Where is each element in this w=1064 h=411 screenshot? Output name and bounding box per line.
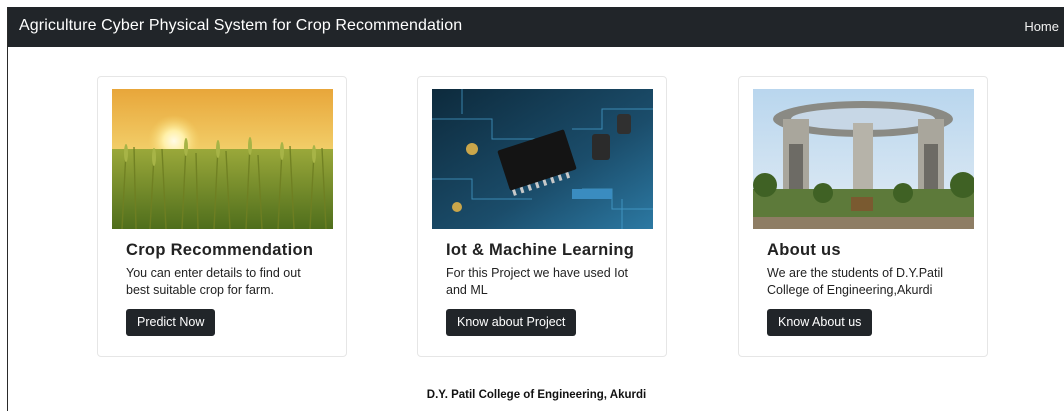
circuit-board-image: [432, 89, 653, 229]
university-gate-image: [753, 89, 974, 229]
card-text: We are the students of D.Y.Patil College…: [767, 266, 944, 297]
card-text: For this Project we have used Iot and ML: [446, 266, 629, 297]
know-about-project-button[interactable]: Know about Project: [446, 309, 577, 336]
know-about-us-button[interactable]: Know About us: [767, 309, 873, 336]
navbar-brand[interactable]: Agriculture Cyber Physical System for Cr…: [19, 17, 462, 35]
about-us-card: About us We are the students of D.Y.Pati…: [738, 76, 988, 357]
crop-recommendation-card: Crop Recommendation You can enter detail…: [97, 76, 347, 357]
card-text: You can enter details to find out best s…: [126, 266, 301, 297]
page-frame: Agriculture Cyber Physical System for Cr…: [7, 7, 1064, 411]
card-title: Crop Recommendation: [126, 241, 314, 259]
nav-home-link[interactable]: Home: [1024, 19, 1059, 34]
wheat-field-image: [112, 89, 333, 229]
predict-now-button[interactable]: Predict Now: [126, 309, 216, 336]
card-title: About us: [767, 241, 841, 259]
iot-ml-card: Iot & Machine Learning For this Project …: [417, 76, 667, 357]
navbar: Agriculture Cyber Physical System for Cr…: [8, 7, 1064, 47]
footer-text: D.Y. Patil College of Engineering, Akurd…: [426, 389, 647, 401]
card-title: Iot & Machine Learning: [446, 241, 635, 259]
